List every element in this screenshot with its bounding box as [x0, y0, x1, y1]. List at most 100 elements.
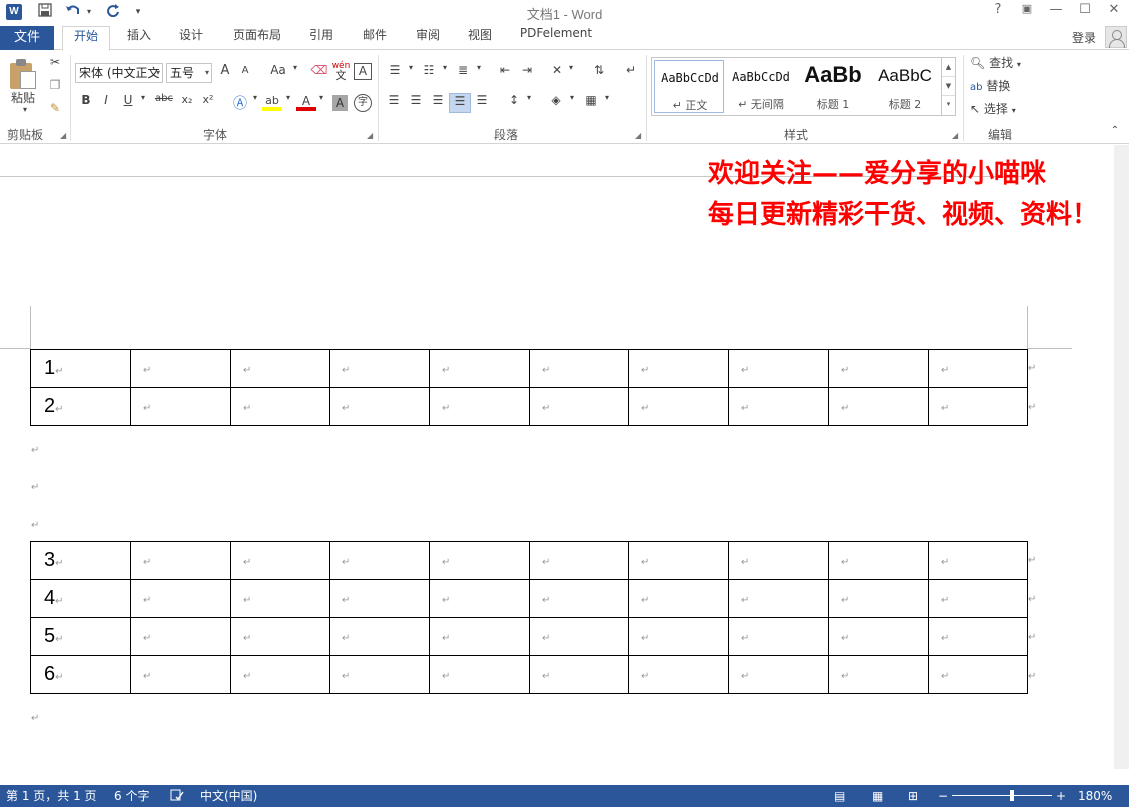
justify-icon[interactable]: ☰ — [449, 93, 471, 113]
grow-font-button[interactable]: A — [216, 63, 234, 83]
cut-icon[interactable]: ✂ — [46, 55, 64, 75]
table-cell[interactable]: ↵ — [628, 617, 729, 656]
bold-button[interactable]: B — [78, 93, 94, 113]
maximize-button[interactable]: ☐ — [1071, 2, 1099, 22]
select-button[interactable]: ↖ 选择 ▾ — [970, 100, 1030, 120]
ribbon-display-button[interactable]: ▣ — [1013, 2, 1041, 22]
collapse-ribbon-icon[interactable]: ⌃ — [1108, 125, 1122, 145]
table-cell[interactable]: ↵ — [529, 655, 629, 694]
table-cell-number[interactable]: 4↵ — [30, 579, 131, 618]
multilevel-list-icon[interactable]: ≣ — [452, 63, 474, 83]
tab-review[interactable]: 审阅 — [405, 26, 451, 50]
highlight-color-icon[interactable]: ab — [262, 93, 282, 111]
table-cell[interactable]: ↵ — [329, 579, 430, 618]
multilevel-dropdown[interactable]: ▾ — [474, 63, 484, 83]
format-painter-icon[interactable]: ✎ — [46, 101, 64, 121]
table-cell[interactable]: ↵ — [529, 617, 629, 656]
proofing-icon[interactable] — [170, 788, 184, 806]
table-cell[interactable]: ↵ — [429, 655, 530, 694]
table-cell[interactable]: ↵ — [828, 655, 929, 694]
table-cell[interactable]: ↵ — [728, 387, 829, 426]
table-cell[interactable]: ↵ — [529, 387, 629, 426]
help-button[interactable]: ? — [984, 2, 1012, 22]
align-right-icon[interactable]: ☰ — [428, 93, 448, 113]
table-cell[interactable]: ↵ — [529, 541, 629, 580]
tab-home[interactable]: 开始 — [62, 26, 110, 51]
print-layout-icon[interactable]: ▦ — [872, 788, 883, 804]
distributed-icon[interactable]: ☰ — [472, 93, 492, 113]
login-link[interactable]: 登录 — [1072, 29, 1096, 46]
style-normal[interactable]: AaBbCcDd ↵ 正文 — [654, 60, 724, 113]
table-cell[interactable]: ↵ — [429, 387, 530, 426]
table-cell[interactable]: ↵ — [728, 349, 829, 388]
style-heading-2[interactable]: AaBbC 标题 2 — [870, 60, 940, 113]
table-cell[interactable]: ↵ — [928, 579, 1028, 618]
table-cell[interactable]: ↵ — [728, 541, 829, 580]
table-cell[interactable]: ↵ — [728, 579, 829, 618]
show-marks-icon[interactable]: ↵ — [620, 63, 642, 83]
table-cell-number[interactable]: 2↵ — [30, 387, 131, 426]
table-cell[interactable]: ↵ — [828, 349, 929, 388]
change-case-dropdown[interactable]: ▾ — [290, 63, 300, 83]
text-effects-button[interactable]: Ⓐ — [230, 93, 250, 113]
web-layout-icon[interactable]: ⊞ — [908, 788, 918, 804]
character-border-button[interactable]: A — [354, 63, 372, 80]
tab-references[interactable]: 引用 — [298, 26, 344, 50]
word-count[interactable]: 6 个字 — [114, 788, 149, 804]
subscript-button[interactable]: x₂ — [178, 93, 196, 113]
tab-mailings[interactable]: 邮件 — [352, 26, 398, 50]
align-center-icon[interactable]: ☰ — [406, 93, 426, 113]
numbering-dropdown[interactable]: ▾ — [440, 63, 450, 83]
gallery-more-icon[interactable]: ▾ — [942, 96, 955, 113]
bullets-dropdown[interactable]: ▾ — [406, 63, 416, 83]
table-cell[interactable]: ↵ — [429, 349, 530, 388]
italic-button[interactable]: I — [98, 93, 114, 113]
shrink-font-button[interactable]: A — [236, 65, 254, 85]
underline-dropdown[interactable]: ▾ — [138, 93, 148, 113]
table-cell[interactable]: ↵ — [230, 579, 330, 618]
table-cell[interactable]: ↵ — [628, 387, 729, 426]
table-cell[interactable]: ↵ — [928, 655, 1028, 694]
table-cell[interactable]: ↵ — [828, 579, 929, 618]
table-cell[interactable]: ↵ — [329, 349, 430, 388]
table-cell[interactable]: ↵ — [928, 387, 1028, 426]
tab-pdfelement[interactable]: PDFelement — [512, 26, 600, 50]
table-cell[interactable]: ↵ — [828, 617, 929, 656]
table-cell[interactable]: ↵ — [230, 617, 330, 656]
table-cell[interactable]: ↵ — [928, 541, 1028, 580]
table-cell[interactable]: ↵ — [230, 349, 330, 388]
font-color-button[interactable]: A — [296, 93, 316, 111]
gallery-up-icon[interactable]: ▲ — [942, 58, 955, 77]
character-shading-button[interactable]: A — [332, 95, 348, 111]
copy-icon[interactable]: ❐ — [46, 78, 64, 98]
table-cell[interactable]: ↵ — [928, 349, 1028, 388]
asian-layout-icon[interactable]: ✕ — [546, 63, 568, 83]
change-case-button[interactable]: Aa — [266, 63, 290, 83]
paste-dropdown[interactable]: ▾ — [20, 105, 30, 125]
table-cell[interactable]: ↵ — [230, 655, 330, 694]
table-cell[interactable]: ↵ — [130, 541, 231, 580]
borders-icon[interactable]: ▦ — [580, 93, 602, 113]
increase-indent-icon[interactable]: ⇥ — [516, 63, 538, 83]
zoom-out-button[interactable]: − — [938, 788, 948, 804]
table-cell[interactable]: ↵ — [429, 579, 530, 618]
table-cell[interactable]: ↵ — [329, 617, 430, 656]
table-cell[interactable]: ↵ — [329, 655, 430, 694]
table-cell[interactable]: ↵ — [429, 617, 530, 656]
table-cell[interactable]: ↵ — [429, 541, 530, 580]
asian-layout-dropdown[interactable]: ▾ — [566, 63, 576, 83]
table-cell[interactable]: ↵ — [130, 579, 231, 618]
table-cell[interactable]: ↵ — [628, 349, 729, 388]
table-cell[interactable]: ↵ — [329, 387, 430, 426]
table-cell[interactable]: ↵ — [130, 387, 231, 426]
shading-icon[interactable]: ◈ — [545, 93, 567, 113]
zoom-level[interactable]: 180% — [1078, 788, 1112, 804]
tab-file[interactable]: 文件 — [0, 26, 54, 50]
table-cell[interactable]: ↵ — [130, 655, 231, 694]
table-cell[interactable]: ↵ — [728, 655, 829, 694]
language-indicator[interactable]: 中文(中国) — [200, 788, 257, 804]
underline-button[interactable]: U — [120, 93, 136, 113]
shading-dropdown[interactable]: ▾ — [567, 93, 577, 113]
font-name-combo[interactable]: 宋体 (中文正文 ▾ — [75, 63, 163, 83]
table-cell[interactable]: ↵ — [529, 349, 629, 388]
